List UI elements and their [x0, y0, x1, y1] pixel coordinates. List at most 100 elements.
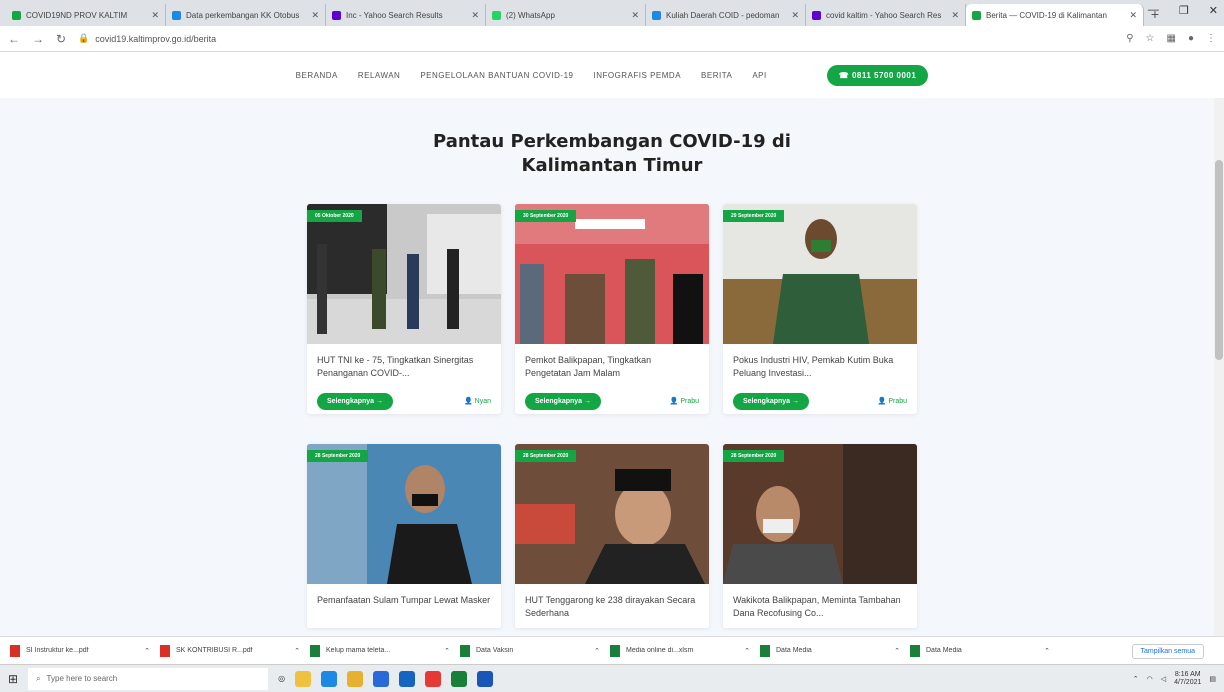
chevron-up-icon[interactable]: ⌃	[1044, 647, 1050, 655]
browser-tab[interactable]: (2) WhatsApp ✕	[486, 4, 646, 26]
date-badge: 28 September 2020	[723, 450, 785, 462]
news-title[interactable]: Pemkot Balikpapan, Tingkatkan Pengetatan…	[515, 344, 709, 388]
news-title[interactable]: HUT TNI ke - 75, Tingkatkan Sinergitas P…	[307, 344, 501, 388]
favicon-icon	[652, 10, 661, 20]
wifi-icon[interactable]: ◠	[1147, 675, 1153, 683]
favicon-icon	[492, 10, 501, 20]
chevron-up-icon[interactable]: ⌃	[744, 647, 750, 655]
news-title[interactable]: Pokus Industri HIV, Pemkab Kutim Buka Pe…	[723, 344, 917, 388]
show-all-downloads-button[interactable]: Tampilkan semua	[1131, 644, 1204, 659]
chevron-up-icon[interactable]: ⌃	[594, 647, 600, 655]
mail-icon[interactable]	[399, 670, 416, 687]
download-item[interactable]: Kelup mama teleta... ⌃	[310, 644, 450, 657]
close-tab-icon[interactable]: ✕	[1129, 10, 1137, 21]
news-image[interactable]: 28 September 2020	[515, 444, 709, 584]
phone-button[interactable]: ☎ 0811 5700 0001	[826, 64, 929, 86]
chevron-up-icon[interactable]: ⌃	[894, 647, 900, 655]
clock[interactable]: 8:16 AM 4/7/2021	[1174, 671, 1201, 687]
download-item[interactable]: Data Vaksin ⌃	[460, 644, 600, 657]
folder-icon[interactable]	[347, 670, 364, 687]
news-card[interactable]: 05 Oktober 2020 HUT TNI ke - 75, Tingkat…	[307, 204, 501, 414]
close-tab-icon[interactable]: ✕	[951, 10, 959, 21]
date-badge: 28 September 2020	[307, 450, 369, 462]
close-tab-icon[interactable]: ✕	[631, 10, 639, 21]
scrollbar-thumb[interactable]	[1215, 160, 1223, 360]
close-tab-icon[interactable]: ✕	[311, 10, 319, 21]
news-card[interactable]: 28 September 2020 Pemanfaatan Sulam Tump…	[307, 444, 501, 628]
author-label: 👤 Prabu	[877, 398, 907, 405]
close-window-icon[interactable]: ✕	[1209, 4, 1218, 17]
menu-icon[interactable]: ⋮	[1206, 33, 1216, 44]
reload-icon[interactable]: ↻	[56, 32, 66, 46]
download-item[interactable]: SK KONTRIBUSI R...pdf ⌃	[160, 644, 300, 657]
news-card[interactable]: 29 September 2020 Pokus Industri HIV, Pe…	[723, 204, 917, 414]
store-icon[interactable]	[373, 670, 390, 687]
file-icon	[160, 644, 170, 657]
news-image[interactable]: 28 September 2020	[723, 444, 917, 584]
maximize-icon[interactable]: ❐	[1179, 4, 1189, 17]
extensions-icon[interactable]: ▦	[1167, 33, 1176, 44]
browser-tab[interactable]: covid kaltim - Yahoo Search Res ✕	[806, 4, 966, 26]
download-item[interactable]: Data Media ⌃	[910, 644, 1050, 657]
news-photo	[307, 204, 501, 344]
chevron-up-icon[interactable]: ⌃	[144, 647, 150, 655]
star-icon[interactable]: ☆	[1146, 33, 1155, 44]
browser-tab[interactable]: Data perkembangan KK Otobus ✕	[166, 4, 326, 26]
download-item[interactable]: SI Instruktur ke...pdf ⌃	[10, 644, 150, 657]
browser-tab-active[interactable]: Berita — COVID-19 di Kalimantan ✕	[966, 4, 1144, 26]
url-field[interactable]: 🔒 covid19.kaltimprov.go.id/berita	[78, 33, 1114, 44]
news-title[interactable]: HUT Tenggarong ke 238 dirayakan Secara S…	[515, 584, 709, 628]
news-title[interactable]: Pemanfaatan Sulam Tumpar Lewat Masker	[307, 584, 501, 628]
downloads-bar: SI Instruktur ke...pdf ⌃ SK KONTRIBUSI R.…	[0, 636, 1224, 664]
news-photo	[723, 444, 917, 584]
news-title[interactable]: Wakikota Balikpapan, Meminta Tambahan Da…	[723, 584, 917, 628]
chrome-icon[interactable]	[425, 670, 442, 687]
nav-link-beranda[interactable]: BERANDA	[296, 71, 338, 80]
edge-icon[interactable]	[321, 670, 338, 687]
download-item[interactable]: Data Media ⌃	[760, 644, 900, 657]
site-navbar: BERANDA RELAWAN PENGELOLAAN BANTUAN COVI…	[0, 52, 1224, 98]
news-image[interactable]: 29 September 2020	[723, 204, 917, 344]
news-card[interactable]: 30 September 2020 Pemkot Balikpapan, Tin…	[515, 204, 709, 414]
windows-start-icon[interactable]: ⊞	[8, 672, 18, 686]
close-tab-icon[interactable]: ✕	[471, 10, 479, 21]
date-badge: 28 September 2020	[515, 450, 577, 462]
read-more-button[interactable]: Selengkapnya →	[525, 392, 602, 410]
news-image[interactable]: 30 September 2020	[515, 204, 709, 344]
excel-icon[interactable]	[451, 670, 468, 687]
nav-link-berita[interactable]: BERITA	[701, 71, 732, 80]
profile-icon[interactable]: ●	[1188, 33, 1194, 44]
close-tab-icon[interactable]: ✕	[791, 10, 799, 21]
news-card[interactable]: 28 September 2020 Wakikota Balikpapan, M…	[723, 444, 917, 628]
back-icon[interactable]: ←	[8, 32, 20, 46]
news-image[interactable]: 28 September 2020	[307, 444, 501, 584]
read-more-button[interactable]: Selengkapnya →	[733, 392, 810, 410]
word-icon[interactable]	[477, 670, 494, 687]
card-footer: Selengkapnya → 👤 Prabu	[515, 388, 709, 414]
task-view-icon[interactable]: ◎	[278, 674, 285, 683]
browser-tab[interactable]: Inc - Yahoo Search Results ✕	[326, 4, 486, 26]
news-image[interactable]: 05 Oktober 2020	[307, 204, 501, 344]
download-item[interactable]: Media online di...xlsm ⌃	[610, 644, 750, 657]
network-icon[interactable]: ⌃	[1133, 675, 1139, 683]
nav-link-relawan[interactable]: RELAWAN	[358, 71, 400, 80]
nav-link-bantuan[interactable]: PENGELOLAAN BANTUAN COVID-19	[420, 71, 573, 80]
author-label: 👤 Nyan	[463, 398, 491, 405]
taskbar-search[interactable]: ⌕ Type here to search	[28, 667, 269, 690]
close-tab-icon[interactable]: ✕	[151, 10, 159, 21]
read-more-button[interactable]: Selengkapnya →	[317, 392, 394, 410]
browser-tab[interactable]: COVID19ND PROV KALTIM ✕	[6, 4, 166, 26]
zoom-icon[interactable]: ⚲	[1126, 33, 1133, 44]
nav-link-api[interactable]: API	[752, 71, 766, 80]
volume-icon[interactable]: ◁	[1161, 675, 1166, 683]
address-bar: ← → ↻ 🔒 covid19.kaltimprov.go.id/berita ⚲…	[0, 26, 1224, 52]
minimize-icon[interactable]: —	[1148, 4, 1159, 17]
browser-tab[interactable]: Kuliah Daerah COID - pedoman ✕	[646, 4, 806, 26]
file-explorer-icon[interactable]	[295, 670, 312, 687]
news-card[interactable]: 28 September 2020 HUT Tenggarong ke 238 …	[515, 444, 709, 628]
forward-icon[interactable]: →	[32, 32, 44, 46]
chevron-up-icon[interactable]: ⌃	[444, 647, 450, 655]
notifications-icon[interactable]: ▤	[1209, 675, 1216, 683]
nav-link-infografis[interactable]: INFOGRAFIS PEMDA	[593, 71, 681, 80]
chevron-up-icon[interactable]: ⌃	[294, 647, 300, 655]
